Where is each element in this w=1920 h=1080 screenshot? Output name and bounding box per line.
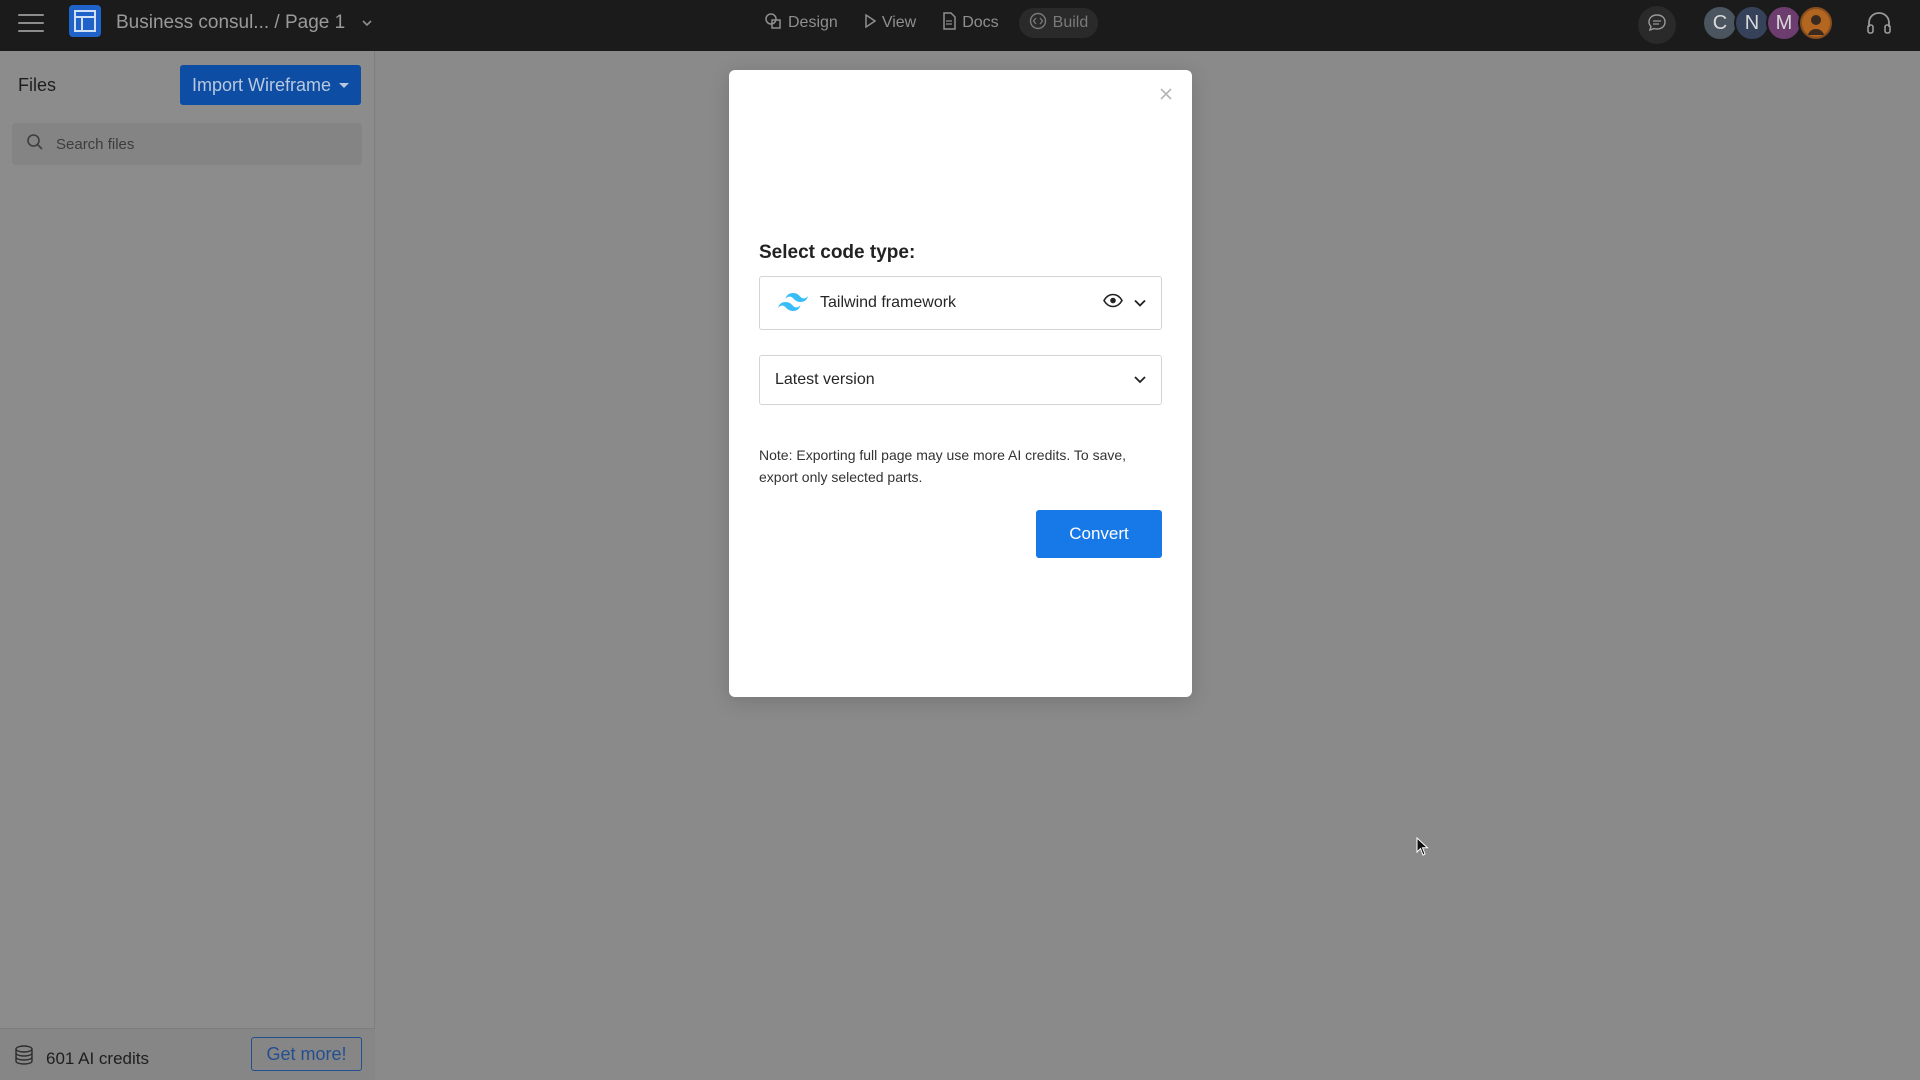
export-code-modal: Select code type: Tailwind framework Lat… [729,70,1192,697]
nav-view-label: View [881,14,917,31]
import-wireframe-label: Import Wireframe [191,74,332,95]
breadcrumb[interactable]: Business consul... / Page 1 [116,12,373,34]
chat-bubble-icon [1647,13,1667,38]
ai-credits-label: 601 AI credits [46,1048,150,1068]
avatar[interactable]: N [1734,5,1770,41]
code-icon [1029,12,1047,35]
caret-down-icon [339,82,350,88]
tailwind-logo-icon [778,291,808,316]
search-input[interactable] [56,135,336,153]
nav-design-label: Design [788,14,838,31]
framework-value: Tailwind framework [820,294,957,311]
avatar-photo[interactable] [1798,5,1834,41]
code-type-label: Select code type: [759,242,916,263]
avatar-initial: M [1775,11,1793,34]
get-more-button[interactable]: Get more! [251,1037,362,1071]
framework-select[interactable]: Tailwind framework [759,276,1162,330]
avatar[interactable]: M [1766,5,1802,41]
support-button[interactable] [1864,10,1894,40]
search-icon [26,133,44,156]
ai-credits: 601 AI credits [14,1045,149,1072]
nav-view[interactable]: View [858,8,922,38]
comments-button[interactable] [1638,6,1676,44]
avatar-initial: N [1744,11,1760,34]
nav-build[interactable]: Build [1018,8,1099,38]
top-bar: Business consul... / Page 1 Design View … [0,0,1920,51]
chevron-down-icon [361,19,373,27]
coins-icon [14,1045,38,1072]
nav-design[interactable]: Design [758,8,844,38]
avatar-initial: C [1712,11,1728,34]
credits-bar: 601 AI credits Get more! [0,1028,375,1080]
headphones-icon [1866,11,1892,40]
close-icon [1160,87,1172,105]
version-value: Latest version [775,371,875,388]
avatar[interactable]: C [1702,5,1738,41]
credits-note: Note: Exporting full page may use more A… [759,447,1127,485]
document-icon [942,11,956,35]
breadcrumb-text: Business consul... / Page 1 [116,12,346,33]
nav-docs-label: Docs [962,14,999,31]
chevron-down-icon [1133,371,1147,389]
mouse-cursor-icon [1416,836,1430,862]
eye-icon[interactable] [1103,293,1123,313]
play-icon [864,13,877,33]
convert-button[interactable]: Convert [1036,510,1162,558]
collaborator-avatars: C N M [1702,5,1834,41]
shapes-icon [764,12,782,35]
nav-docs[interactable]: Docs [936,8,1004,38]
version-select[interactable]: Latest version [759,355,1162,405]
close-button[interactable] [1156,86,1176,106]
files-sidebar: Files Import Wireframe 601 AI credits Ge… [0,51,375,1080]
chevron-down-icon [1133,294,1147,312]
import-wireframe-button[interactable]: Import Wireframe [180,65,361,105]
app-logo-icon[interactable] [69,5,101,37]
search-box [12,123,362,165]
framework-select-controls [1103,293,1147,313]
version-select-controls [1133,371,1147,389]
files-title: Files [18,75,57,95]
top-nav: Design View Docs Build [758,8,1099,38]
menu-icon[interactable] [18,12,44,34]
nav-build-label: Build [1052,14,1089,31]
